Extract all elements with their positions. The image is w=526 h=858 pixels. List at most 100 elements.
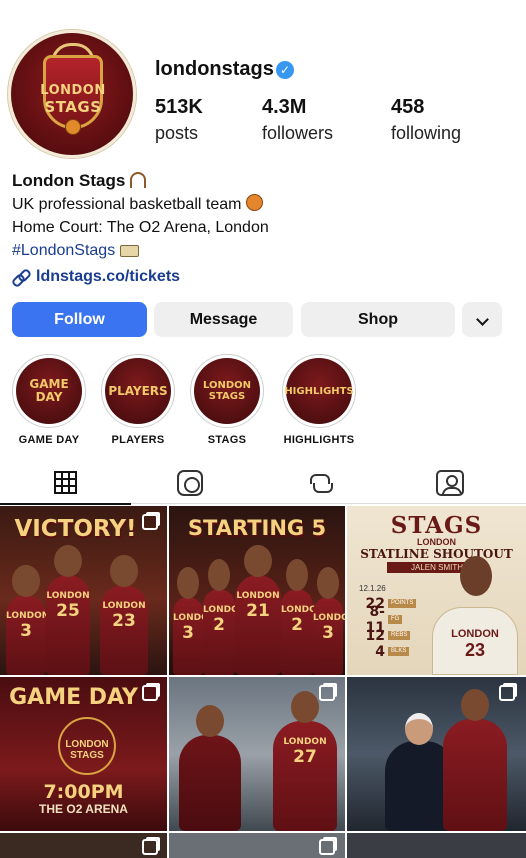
jersey-number: 2 bbox=[291, 615, 303, 635]
verified-badge-icon: ✓ bbox=[276, 61, 294, 79]
player-head bbox=[461, 689, 489, 721]
jersey-number: 2 bbox=[213, 615, 225, 635]
player-head bbox=[54, 545, 82, 577]
jersey-team: LONDON bbox=[173, 613, 217, 623]
player-figure bbox=[443, 689, 507, 831]
jersey-number: 25 bbox=[56, 601, 80, 621]
posts-label: posts bbox=[155, 123, 199, 143]
message-button[interactable]: Message bbox=[154, 302, 293, 337]
carousel-icon bbox=[499, 685, 515, 701]
basketball-icon bbox=[65, 119, 81, 135]
tab-reposts[interactable] bbox=[254, 462, 385, 504]
tab-posts-grid[interactable] bbox=[0, 462, 131, 505]
player-head bbox=[110, 555, 138, 587]
highlight-label: GAME DAY bbox=[18, 434, 80, 446]
stat-value: 12 bbox=[365, 627, 385, 644]
shop-button[interactable]: Shop bbox=[301, 302, 455, 337]
post-grid-item[interactable] bbox=[0, 833, 167, 858]
post-victory[interactable]: VICTORY! LONDON 3 LONDON 25 LONDON 23 bbox=[0, 506, 167, 675]
player-head bbox=[291, 691, 319, 723]
follow-button[interactable]: Follow bbox=[12, 302, 147, 337]
highlight-cover-text-2: DAY bbox=[35, 390, 63, 404]
highlight-label: STAGS bbox=[207, 434, 247, 446]
player-figure bbox=[179, 705, 241, 831]
post-grid-item[interactable] bbox=[347, 833, 526, 858]
post-statline-shoutout[interactable]: STAGS LONDON STATLINE SHOUTOUT JALEN SMI… bbox=[347, 506, 526, 675]
player-figure: LONDON3 bbox=[313, 567, 345, 675]
highlight-cover-text-2: STAGS bbox=[208, 391, 246, 402]
profile-header: LONDON STAGS londonstags ✓ 513K posts 4.… bbox=[0, 0, 526, 165]
player-figure: LONDON 23 bbox=[100, 555, 148, 675]
jersey-number: 3 bbox=[20, 621, 32, 641]
player-head bbox=[244, 545, 272, 577]
tab-tagged[interactable] bbox=[384, 462, 515, 504]
tab-reels[interactable] bbox=[124, 462, 255, 504]
reels-icon bbox=[176, 470, 203, 496]
highlight-stags[interactable]: LONDON STAGS STAGS bbox=[182, 354, 272, 446]
crest-text-1: LONDON bbox=[65, 739, 109, 750]
post-starting-5[interactable]: STARTING 5 LONDON 3 LONDON 2 LONDON 21 LOND… bbox=[169, 506, 345, 675]
jersey-number: 3 bbox=[322, 623, 334, 643]
player-figure: LONDON 2 bbox=[203, 559, 247, 675]
player-head bbox=[177, 567, 199, 599]
stat-value: 4 bbox=[375, 643, 385, 660]
bio-link[interactable]: ldnstags.co/tickets bbox=[12, 265, 512, 288]
stat-line: 12 REBS bbox=[355, 627, 411, 644]
highlight-cover-ring: GAME DAY bbox=[12, 354, 86, 428]
highlight-cover-ring: LONDON STAGS bbox=[190, 354, 264, 428]
following-label: following bbox=[391, 123, 462, 143]
jersey-team: LONDON bbox=[236, 591, 280, 601]
player-head bbox=[317, 567, 339, 599]
post-title: GAME DAY bbox=[9, 685, 138, 710]
highlight-highlights[interactable]: HIGHLIGHTS HIGHLIGHTS bbox=[274, 354, 364, 446]
highlight-cover-ring: PLAYERS bbox=[101, 354, 175, 428]
bio-hashtag[interactable]: #LondonStags bbox=[12, 242, 115, 259]
crest-logo-icon: LONDON STAGS bbox=[58, 717, 116, 775]
carousel-icon bbox=[319, 839, 335, 855]
stat-label: REBS bbox=[388, 631, 411, 640]
player-figure: LONDON3 bbox=[6, 565, 49, 675]
carousel-icon bbox=[142, 514, 158, 530]
player-figure: LONDON 23 bbox=[432, 556, 518, 675]
post-grid-item[interactable] bbox=[169, 833, 345, 858]
stat-label: BLKS bbox=[388, 647, 410, 656]
carousel-icon bbox=[319, 685, 335, 701]
profile-tabs bbox=[0, 462, 526, 505]
post-game-day[interactable]: GAME DAY LONDON STAGS 7:00PM THE O2 ARENA bbox=[0, 677, 167, 831]
stat-line: 4 BLKS bbox=[355, 643, 410, 660]
stat-posts[interactable]: 513K posts bbox=[155, 96, 203, 144]
jersey-team: LONDON bbox=[102, 601, 146, 611]
avatar-logo-text-1: LONDON bbox=[40, 83, 106, 98]
jersey-team: LONDON bbox=[203, 605, 247, 615]
post-arrival[interactable]: LONDON 27 bbox=[169, 677, 345, 831]
jersey-number: 23 bbox=[112, 611, 136, 631]
stat-label: POINTS bbox=[388, 599, 417, 608]
post-courtside[interactable] bbox=[347, 677, 526, 831]
player-head bbox=[286, 559, 308, 591]
stat-followers[interactable]: 4.3M followers bbox=[262, 96, 333, 144]
ticket-emoji-icon bbox=[120, 245, 140, 257]
posts-count: 513K bbox=[155, 96, 203, 118]
chevron-down-icon bbox=[475, 313, 489, 326]
player-figure: LONDON 21 bbox=[235, 545, 281, 675]
highlight-label: HIGHLIGHTS bbox=[283, 434, 355, 446]
suggested-accounts-button[interactable] bbox=[462, 302, 502, 337]
game-venue: THE O2 ARENA bbox=[39, 802, 128, 816]
highlight-cover-text-1: GAME bbox=[29, 377, 69, 391]
coach-head bbox=[405, 713, 433, 745]
post-headline: STATLINE SHOUTOUT bbox=[360, 547, 513, 561]
highlight-cover-text-1: PLAYERS bbox=[108, 383, 168, 398]
tagged-icon bbox=[435, 470, 464, 496]
stat-following[interactable]: 458 following bbox=[391, 96, 461, 144]
jersey-number: 21 bbox=[246, 601, 270, 621]
highlight-cover-ring: HIGHLIGHTS bbox=[282, 354, 356, 428]
bio-link-text[interactable]: ldnstags.co/tickets bbox=[36, 265, 180, 288]
basketball-emoji-icon bbox=[246, 194, 264, 211]
highlight-players[interactable]: PLAYERS PLAYERS bbox=[93, 354, 183, 446]
highlight-cover: LONDON STAGS bbox=[194, 358, 260, 424]
highlight-label: PLAYERS bbox=[111, 434, 165, 446]
profile-avatar[interactable]: LONDON STAGS bbox=[8, 30, 136, 158]
highlight-game-day[interactable]: GAME DAY GAME DAY bbox=[4, 354, 94, 446]
bio-hashtag-row: #LondonStags bbox=[12, 239, 512, 262]
link-icon bbox=[12, 269, 28, 285]
